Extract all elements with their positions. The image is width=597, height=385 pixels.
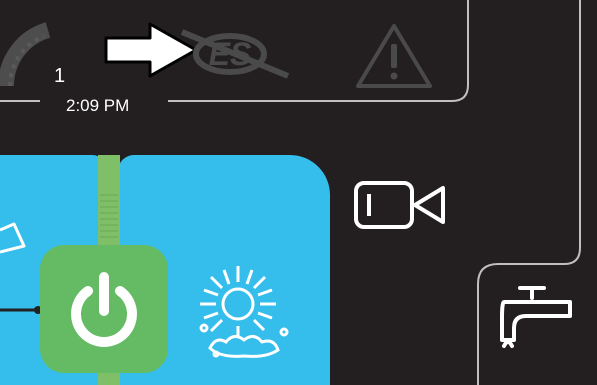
sun-wash-icon[interactable] [196, 262, 296, 362]
faucet-icon[interactable] [496, 284, 578, 350]
warning-triangle-icon[interactable] [352, 20, 436, 90]
status-time: 2:09 PM [66, 96, 130, 115]
camera-icon[interactable] [353, 180, 449, 230]
power-button[interactable] [40, 245, 168, 373]
emissions-badge-icon[interactable]: ES [176, 26, 294, 82]
power-icon [71, 272, 137, 347]
gauge-icon[interactable] [0, 16, 60, 88]
status-number: 1 [54, 65, 66, 87]
bucket-icon [0, 222, 26, 254]
